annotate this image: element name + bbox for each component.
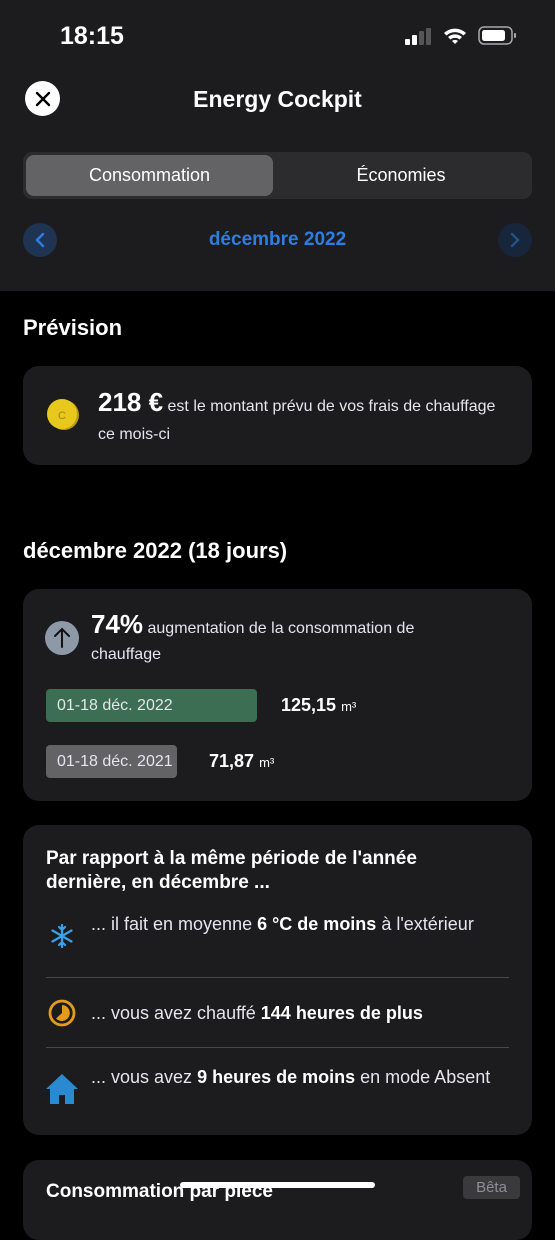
snowflake-icon bbox=[50, 923, 74, 953]
forecast-heading: Prévision bbox=[23, 315, 123, 340]
value-2021: 71,87 m³ bbox=[209, 751, 275, 771]
battery-icon bbox=[478, 26, 518, 51]
beta-badge: Bêta bbox=[463, 1176, 520, 1199]
period-heading: décembre 2022 (18 jours) bbox=[23, 538, 288, 563]
forecast-card: C 218 € est le montant prévu de vos frai… bbox=[23, 366, 532, 465]
month-label: décembre 2022 bbox=[208, 229, 347, 250]
arrow-up-icon bbox=[45, 621, 79, 660]
change-percent: 74% bbox=[91, 609, 144, 639]
wifi-icon bbox=[443, 26, 467, 51]
bar-2022: 01-18 déc. 2022 bbox=[46, 689, 257, 722]
comparison-row-heating: ... vous avez chauffé 144 heures de plus bbox=[91, 1003, 423, 1023]
consumption-card: 74% augmentation de la consommation de c… bbox=[23, 589, 532, 801]
coin-icon: C bbox=[46, 398, 80, 432]
coin-letter: C bbox=[58, 410, 66, 422]
bar-2021: 01-18 déc. 2021 bbox=[46, 745, 177, 778]
signal-icon bbox=[405, 28, 435, 51]
tab-economies[interactable]: Économies bbox=[273, 155, 529, 196]
home-indicator[interactable] bbox=[180, 1182, 375, 1188]
status-time: 18:15 bbox=[60, 22, 124, 50]
comparison-heading: Par rapport à la même période de l'année… bbox=[46, 848, 417, 893]
forecast-amount: 218 € bbox=[98, 387, 164, 417]
comparison-row-away: ... vous avez 9 heures de moins en mode … bbox=[91, 1067, 491, 1087]
clock-icon bbox=[48, 999, 76, 1032]
tab-consommation[interactable]: Consommation bbox=[26, 155, 273, 196]
divider bbox=[46, 1047, 509, 1048]
home-icon bbox=[45, 1073, 79, 1110]
next-month-button[interactable] bbox=[498, 223, 532, 257]
value-2022: 125,15 m³ bbox=[281, 695, 357, 715]
chevron-right-icon bbox=[510, 232, 520, 248]
comparison-row-temperature: ... il fait en moyenne 6 °C de moins à l… bbox=[91, 914, 474, 934]
divider bbox=[46, 977, 509, 978]
page-title: Energy Cockpit bbox=[193, 86, 362, 112]
